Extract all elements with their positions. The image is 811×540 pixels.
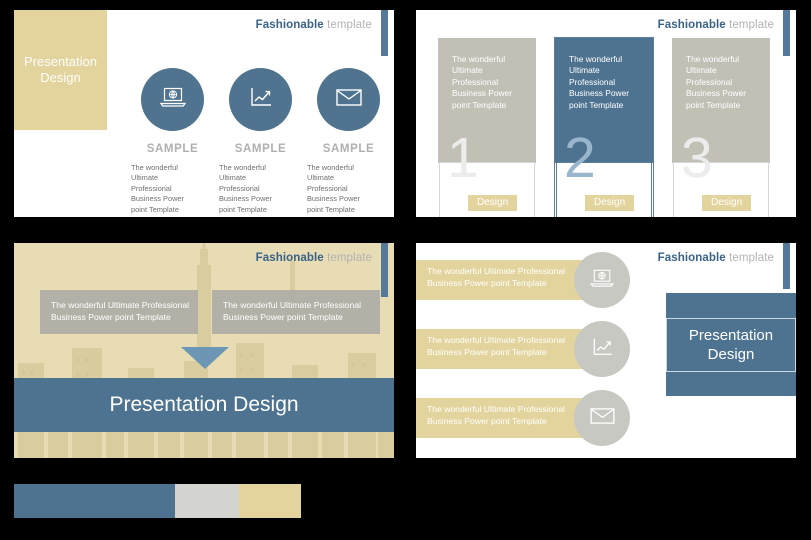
banner-title: Presentation Design	[109, 393, 299, 416]
feature-label-1: SAMPLE	[146, 143, 199, 155]
design-button[interactable]: Design	[585, 195, 635, 211]
presentation-design-panel: Presentation Design	[14, 10, 107, 130]
text-box-content: The wonderful Ultimate Professional Busi…	[223, 300, 362, 322]
laptop-globe-icon	[159, 86, 186, 113]
header-suffix: template	[327, 19, 372, 31]
envelope-icon	[335, 88, 362, 112]
down-triangle-icon	[181, 347, 229, 369]
line-chart-icon	[591, 337, 614, 362]
box-title: Presentation Design	[666, 317, 796, 372]
feature-body-2: The wonderful Ultimate Professional Busi…	[219, 163, 272, 214]
panel-title: Presentation Design	[24, 54, 97, 85]
text-box-1: The wonderful Ultimate Professional Busi…	[40, 290, 198, 334]
feature-circle-2[interactable]	[229, 68, 292, 131]
text-box-content: The wonderful Ultimate Professional Busi…	[51, 300, 190, 322]
step-column-3[interactable]: The wonderful Ultimate Professional Busi…	[672, 38, 770, 217]
text-box-2: The wonderful Ultimate Professional Busi…	[212, 290, 380, 334]
list-item-text: The wonderful Ultimate Professional Busi…	[427, 266, 566, 288]
header-brand: Fashionable	[255, 252, 324, 264]
slide-header: Fashionable template	[256, 19, 372, 31]
slide-deck-canvas: Fashionable template Presentation Design…	[0, 0, 811, 540]
column-number: 1	[447, 126, 479, 190]
swatch-gray	[175, 484, 239, 518]
header-suffix: template	[327, 252, 372, 264]
list-icon-circle-1[interactable]	[574, 252, 630, 308]
slide-header: Fashionable template	[256, 252, 372, 264]
column-number: 2	[564, 126, 596, 190]
slide-header: Fashionable template	[658, 252, 774, 264]
slide-2[interactable]: Fashionable template The wonderful Ultim…	[416, 10, 796, 217]
feature-body-3: The wonderful Ultimate Professional Busi…	[307, 163, 360, 214]
step-column-2[interactable]: The wonderful Ultimate Professional Busi…	[554, 37, 654, 217]
column-text: The wonderful Ultimate Professional Busi…	[569, 54, 630, 110]
feature-circle-1[interactable]	[141, 68, 204, 131]
slide-3[interactable]: Fashionable template The wonderful Ultim…	[14, 243, 394, 458]
header-accent-bar	[783, 10, 790, 56]
feature-label-3: SAMPLE	[322, 143, 375, 155]
list-icon-circle-3[interactable]	[574, 390, 630, 446]
feature-label-2: SAMPLE	[234, 143, 287, 155]
header-accent-bar	[381, 243, 388, 297]
swatch-khaki	[239, 484, 301, 518]
header-suffix: template	[729, 252, 774, 264]
column-text: The wonderful Ultimate Professional Busi…	[686, 54, 747, 110]
column-text: The wonderful Ultimate Professional Busi…	[452, 54, 513, 110]
title-banner: Presentation Design	[14, 378, 394, 432]
column-number: 3	[681, 126, 713, 190]
line-chart-icon	[249, 86, 273, 113]
list-item-text: The wonderful Ultimate Professional Busi…	[427, 404, 566, 426]
slide-header: Fashionable template	[658, 19, 774, 31]
header-brand: Fashionable	[657, 252, 726, 264]
header-brand: Fashionable	[255, 19, 324, 31]
header-brand: Fashionable	[657, 19, 726, 31]
list-icon-circle-2[interactable]	[574, 321, 630, 377]
design-button[interactable]: Design	[702, 195, 752, 211]
swatch-blue	[14, 484, 175, 518]
header-suffix: template	[729, 19, 774, 31]
slide-1[interactable]: Fashionable template Presentation Design…	[14, 10, 394, 217]
slide-4[interactable]: Fashionable template The wonderful Ultim…	[416, 243, 796, 458]
header-accent-bar	[381, 10, 388, 56]
feature-body-1: The wonderful Ultimate Professional Busi…	[131, 163, 184, 214]
color-palette-bar	[14, 484, 301, 518]
design-button[interactable]: Design	[468, 195, 518, 211]
list-item-text: The wonderful Ultimate Professional Busi…	[427, 335, 566, 357]
step-column-1[interactable]: The wonderful Ultimate Professional Busi…	[438, 38, 536, 217]
feature-circle-3[interactable]	[317, 68, 380, 131]
presentation-design-box: Presentation Design	[666, 293, 796, 396]
header-accent-bar	[783, 243, 790, 289]
envelope-icon	[589, 407, 615, 430]
laptop-globe-icon	[590, 268, 614, 293]
